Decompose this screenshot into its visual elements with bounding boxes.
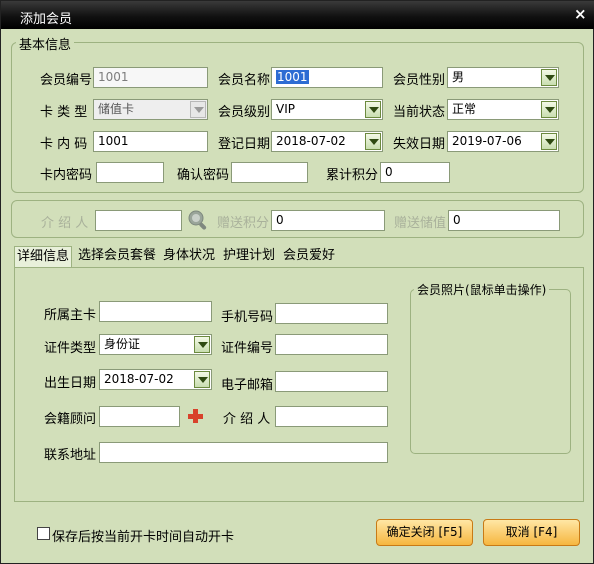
reg-date-picker[interactable]: 2018-07-02 <box>271 131 383 152</box>
reg-date-value: 2018-07-02 <box>276 134 346 148</box>
status-select[interactable]: 正常 <box>447 99 559 120</box>
chevron-down-icon[interactable] <box>541 101 557 118</box>
advisor-field[interactable] <box>99 406 180 427</box>
chevron-down-icon[interactable] <box>541 69 557 86</box>
detail-referrer-label: 介 绍 人 <box>223 412 271 427</box>
main-card-label: 所属主卡 <box>44 308 97 323</box>
points-label: 累计积分 <box>326 168 379 183</box>
ok-close-button[interactable]: 确定关闭 [F5] <box>376 519 473 546</box>
id-type-value: 身份证 <box>104 337 141 351</box>
address-label: 联系地址 <box>44 448 97 463</box>
tab-care-plan[interactable]: 护理计划 <box>221 246 277 266</box>
card-code-field[interactable]: 1001 <box>93 131 208 152</box>
advisor-label: 会籍顾问 <box>44 412 97 427</box>
gender-select[interactable]: 男 <box>447 67 559 88</box>
card-type-label: 卡 类 型 <box>40 105 88 120</box>
referrer-label: 介 绍 人 <box>41 216 89 231</box>
level-select[interactable]: VIP <box>271 99 383 120</box>
main-card-field[interactable] <box>99 301 212 322</box>
expire-date-label: 失效日期 <box>393 137 446 152</box>
email-field[interactable] <box>275 371 388 392</box>
card-type-value: 储值卡 <box>98 102 135 116</box>
phone-field[interactable] <box>275 303 388 324</box>
member-name-label: 会员名称 <box>218 73 271 88</box>
birth-date-label: 出生日期 <box>44 376 97 391</box>
confirm-pwd-field[interactable] <box>231 162 308 183</box>
chevron-down-icon[interactable] <box>365 133 381 150</box>
member-no-label: 会员编号 <box>40 73 93 88</box>
card-code-label: 卡 内 码 <box>40 137 88 152</box>
card-pwd-field[interactable] <box>96 162 164 183</box>
tab-member-package[interactable]: 选择会员套餐 <box>76 246 158 266</box>
chevron-down-icon[interactable] <box>194 371 210 388</box>
member-name-selected-text: 1001 <box>276 70 309 84</box>
status-value: 正常 <box>452 102 477 116</box>
member-photo-frame[interactable] <box>410 289 571 454</box>
tab-detail-info[interactable]: 详细信息 <box>14 246 73 267</box>
status-label: 当前状态 <box>393 105 446 120</box>
phone-label: 手机号码 <box>221 310 274 325</box>
id-no-label: 证件编号 <box>221 341 274 356</box>
close-icon[interactable]: × <box>574 5 587 23</box>
auto-open-label: 保存后按当前开卡时间自动开卡 <box>52 530 235 545</box>
gift-points-label: 赠送积分 <box>217 216 270 231</box>
member-name-field[interactable]: 1001 <box>271 67 383 88</box>
gift-points-field[interactable]: 0 <box>271 210 385 231</box>
expire-date-picker[interactable]: 2019-07-06 <box>447 131 559 152</box>
confirm-pwd-label: 确认密码 <box>177 168 230 183</box>
add-plus-icon[interactable] <box>187 408 203 424</box>
chevron-down-icon[interactable] <box>541 133 557 150</box>
level-value: VIP <box>276 102 295 116</box>
chevron-down-icon[interactable] <box>365 101 381 118</box>
level-label: 会员级别 <box>218 105 271 120</box>
member-no-field[interactable]: 1001 <box>93 67 208 88</box>
card-type-select: 储值卡 <box>93 99 208 120</box>
id-type-select[interactable]: 身份证 <box>99 334 212 355</box>
email-label: 电子邮箱 <box>221 378 274 393</box>
gift-balance-field[interactable]: 0 <box>448 210 560 231</box>
add-member-dialog: 添加会员 × 基本信息 会员编号 1001 会员名称 1001 会员性别 男 卡… <box>0 0 594 564</box>
auto-open-checkbox[interactable] <box>37 527 50 540</box>
gender-value: 男 <box>452 70 465 84</box>
tab-member-hobbies[interactable]: 会员爱好 <box>281 246 337 266</box>
address-field[interactable] <box>99 442 388 463</box>
points-field[interactable]: 0 <box>380 162 450 183</box>
search-icon[interactable] <box>187 209 209 231</box>
birth-date-value: 2018-07-02 <box>104 372 174 386</box>
birth-date-picker[interactable]: 2018-07-02 <box>99 369 212 390</box>
id-no-field[interactable] <box>275 334 388 355</box>
id-type-label: 证件类型 <box>44 341 97 356</box>
tab-body-condition[interactable]: 身体状况 <box>161 246 217 266</box>
reg-date-label: 登记日期 <box>218 137 271 152</box>
chevron-down-icon[interactable] <box>194 336 210 353</box>
member-photo-legend: 会员照片(鼠标单击操作) <box>414 281 550 298</box>
chevron-down-icon <box>190 101 206 118</box>
cancel-button[interactable]: 取消 [F4] <box>483 519 580 546</box>
card-pwd-label: 卡内密码 <box>40 168 93 183</box>
basic-info-legend: 基本信息 <box>16 34 75 53</box>
gift-balance-label: 赠送储值 <box>394 216 447 231</box>
title-bar[interactable]: 添加会员 × <box>1 1 594 29</box>
expire-date-value: 2019-07-06 <box>452 134 522 148</box>
gender-label: 会员性别 <box>393 73 446 88</box>
window-title: 添加会员 <box>20 12 73 27</box>
detail-referrer-field[interactable] <box>275 406 388 427</box>
referrer-field[interactable] <box>95 210 182 231</box>
